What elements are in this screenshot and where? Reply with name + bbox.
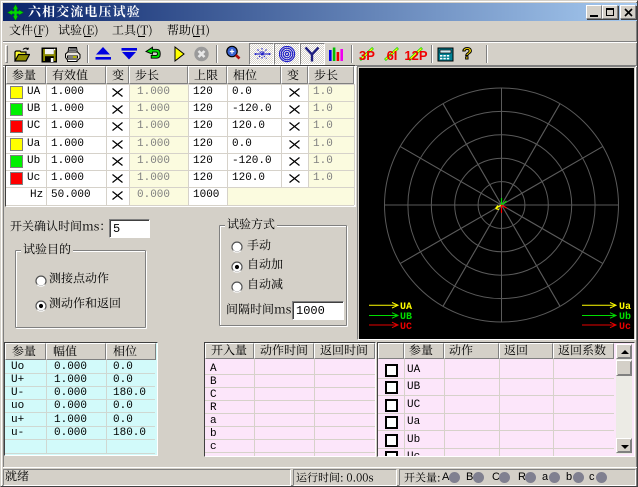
svg-text:UC: UC	[400, 322, 412, 333]
svg-text:Uc: Uc	[619, 322, 631, 333]
